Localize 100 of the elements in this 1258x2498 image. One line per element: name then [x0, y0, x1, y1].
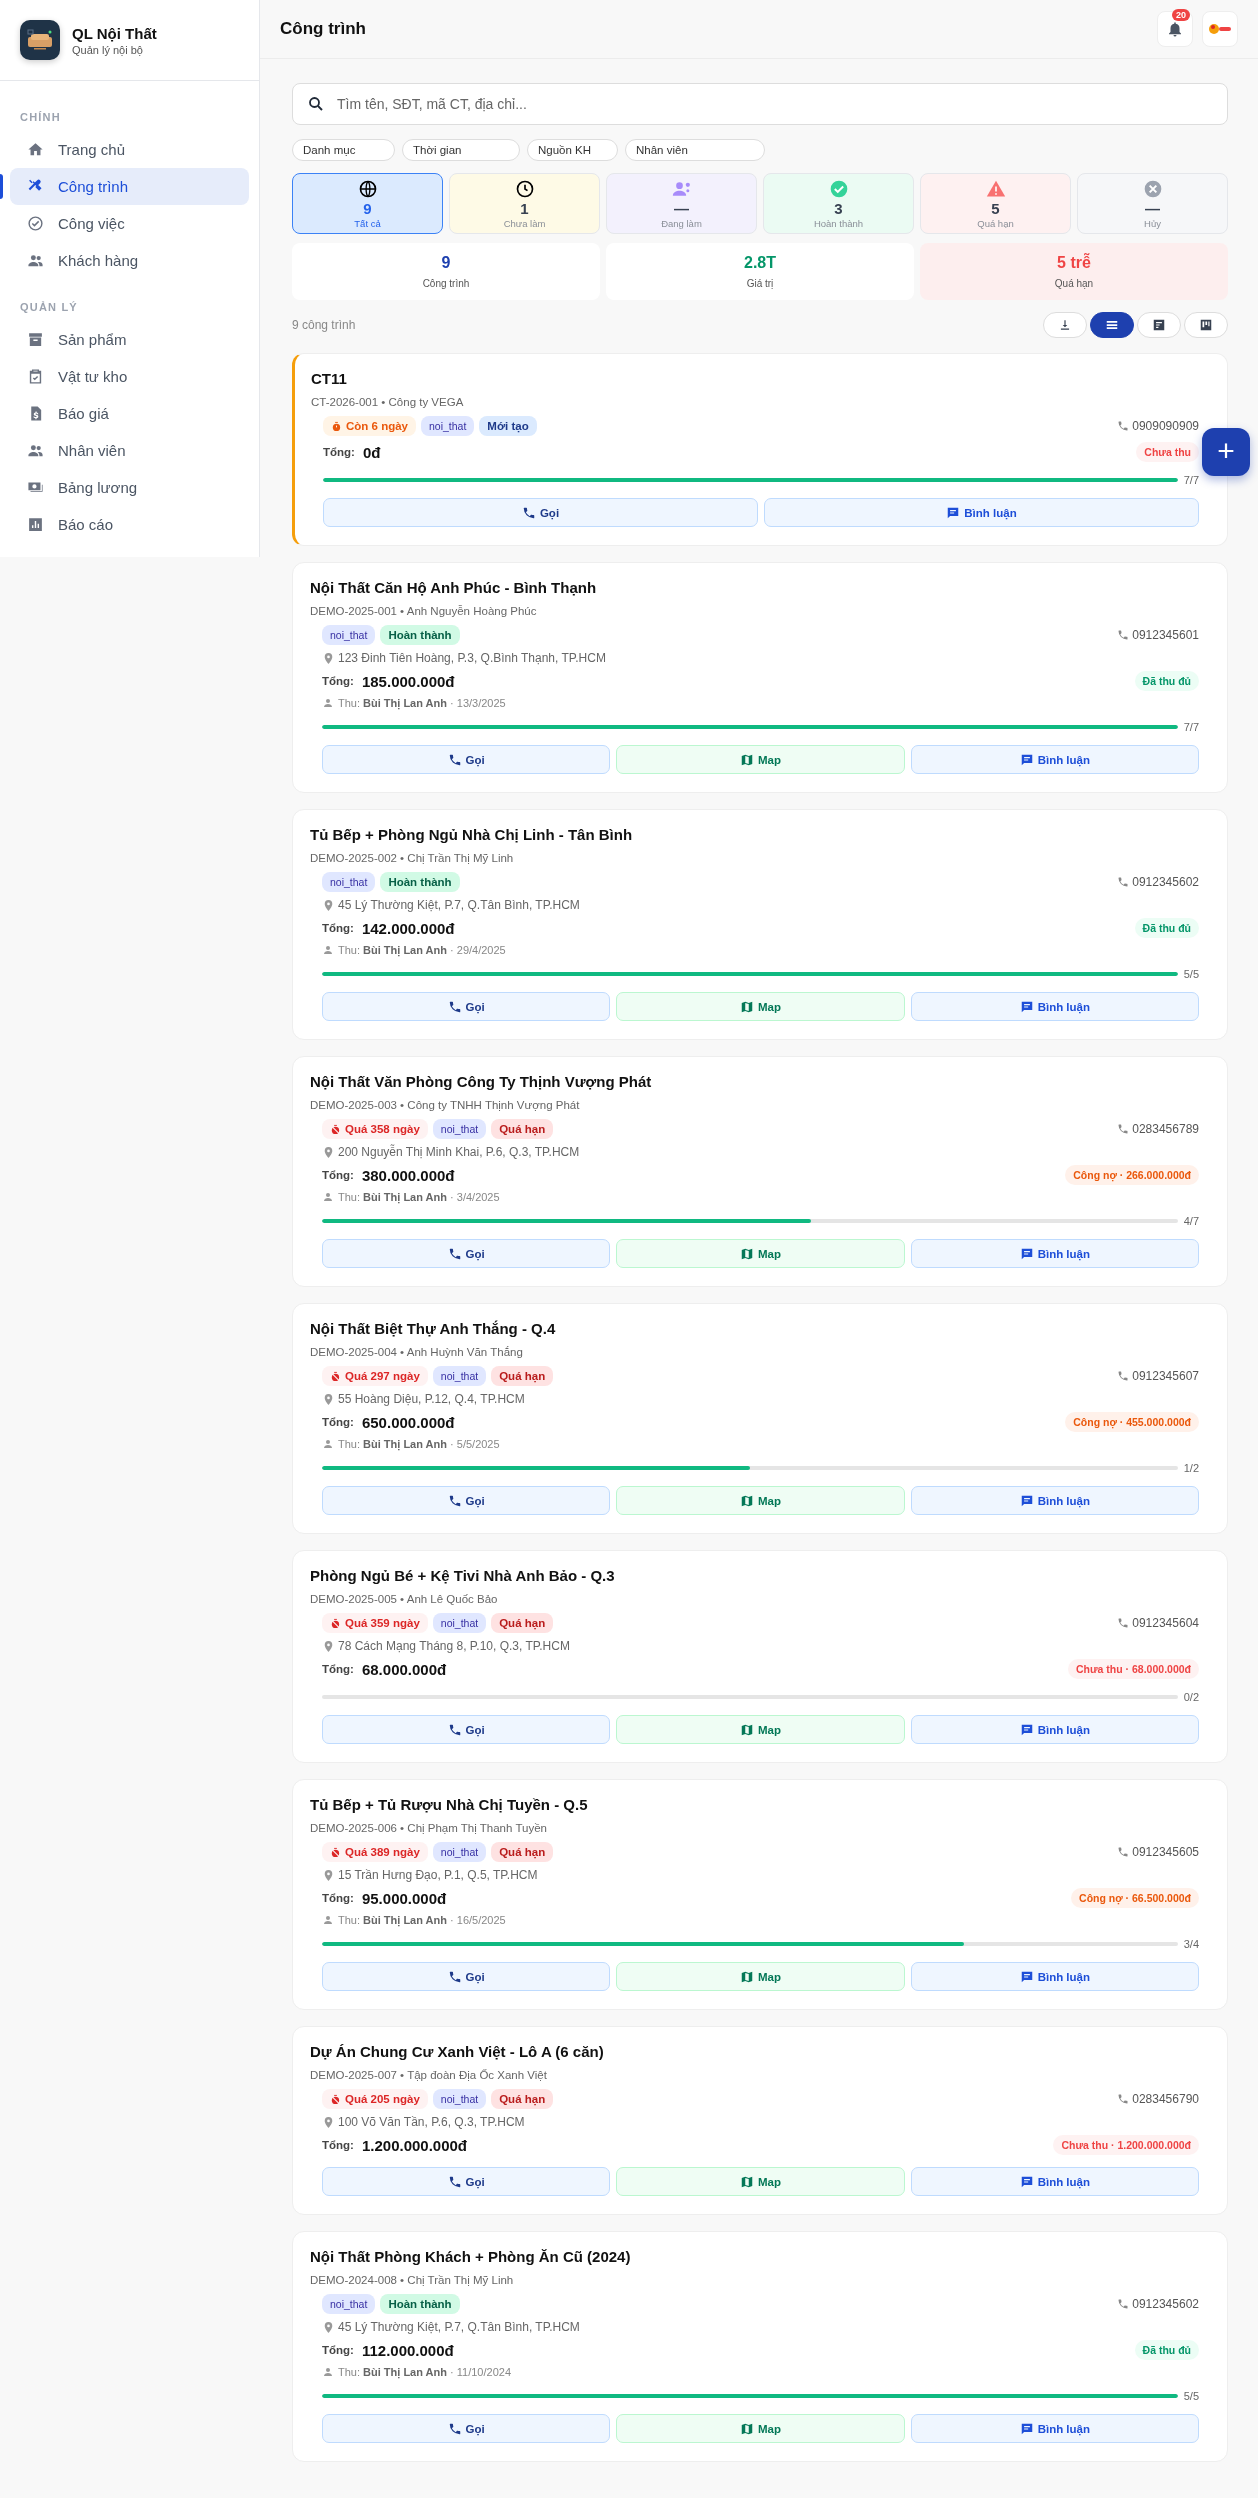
page-title: Công trình — [280, 19, 367, 39]
sidebar-item[interactable]: Công việc — [10, 205, 249, 242]
map-button[interactable]: Map — [616, 2414, 905, 2443]
total-amount: 95.000.000đ — [361, 1889, 447, 1907]
phone-number: 0283456790 — [1132, 2092, 1199, 2106]
map-button[interactable]: Map — [616, 1715, 905, 1744]
view-button[interactable] — [1090, 312, 1134, 338]
phone-icon — [1117, 1617, 1130, 1629]
comment-button[interactable]: Bình luận — [910, 1715, 1199, 1744]
map-icon — [740, 1969, 754, 1984]
tag: noi_that — [432, 1842, 487, 1862]
call-button[interactable]: Gọi — [322, 2414, 611, 2443]
people-icon — [27, 442, 44, 459]
comment-button[interactable]: Bình luận — [910, 745, 1199, 774]
address: 100 Võ Văn Tần, P.6, Q.3, TP.HCM — [338, 2115, 525, 2129]
people-icon — [27, 252, 44, 269]
phone-icon — [447, 2421, 462, 2436]
tag: noi_that — [322, 625, 376, 645]
stopwatch-off-icon — [330, 1370, 341, 1382]
progress-text: 5/5 — [1183, 2390, 1199, 2402]
phone-number: 0912345605 — [1132, 1845, 1199, 1859]
add-button[interactable]: + — [1202, 428, 1250, 476]
project-meta: DEMO-2025-005 • Anh Lê Quốc Bảo — [310, 1593, 499, 1605]
sidebar-item[interactable]: Vật tư kho — [10, 358, 249, 395]
map-button[interactable]: Map — [616, 745, 905, 774]
sidebar-item[interactable]: Nhân viên — [10, 432, 249, 469]
summary-value: 2.8T — [744, 254, 776, 272]
sidebar-item[interactable]: Trang chủ — [10, 131, 249, 168]
comment-button[interactable]: Bình luận — [764, 498, 1199, 527]
total-label: Tổng: — [322, 1169, 354, 1181]
bar-chart-icon — [27, 516, 44, 533]
total-label: Tổng: — [322, 922, 354, 934]
phone-icon — [1117, 1846, 1130, 1858]
location-pin-icon — [322, 2115, 335, 2129]
chat-icon — [1019, 1493, 1034, 1508]
call-button[interactable]: Gọi — [322, 1486, 611, 1515]
total-amount: 380.000.000đ — [361, 1166, 455, 1184]
call-button[interactable]: Gọi — [322, 1239, 611, 1268]
call-button[interactable]: Gọi — [322, 1962, 611, 1991]
sidebar-item[interactable]: Báo giá — [10, 395, 249, 432]
map-button[interactable]: Map — [616, 992, 905, 1021]
comment-button[interactable]: Bình luận — [910, 1486, 1199, 1515]
tag: noi_that — [421, 416, 475, 436]
tag: noi_that — [432, 1119, 487, 1139]
status-tab[interactable]: 3 Hoàn thành — [763, 173, 914, 234]
map-button[interactable]: Map — [616, 1239, 905, 1268]
filter-dropdown[interactable]: Nguồn KH — [527, 139, 618, 161]
call-button[interactable]: Gọi — [322, 745, 611, 774]
notification-button[interactable]: 20 — [1157, 11, 1193, 47]
list-icon — [1105, 318, 1119, 332]
project-meta: DEMO-2025-006 • Chị Phạm Thị Thanh Tuyền — [310, 1822, 548, 1834]
person-icon — [322, 1438, 334, 1450]
filter-dropdown[interactable]: Nhân viên — [625, 139, 765, 161]
call-button[interactable]: Gọi — [322, 1715, 611, 1744]
archive-box-icon — [27, 331, 44, 348]
call-button[interactable]: Gọi — [322, 992, 611, 1021]
address: 45 Lý Thường Kiệt, P.7, Q.Tân Bình, TP.HCM — [338, 2320, 580, 2334]
status-tab[interactable]: — Đang làm — [606, 173, 757, 234]
avatar-button[interactable] — [1202, 11, 1238, 47]
call-button[interactable]: Gọi — [322, 2167, 611, 2196]
status-tab[interactable]: 5 Quá hạn — [920, 173, 1071, 234]
map-button[interactable]: Map — [616, 2167, 905, 2196]
address: 200 Nguyễn Thị Minh Khai, P.6, Q.3, TP.HCM — [338, 1145, 580, 1159]
comment-button[interactable]: Bình luận — [910, 1239, 1199, 1268]
map-button[interactable]: Map — [616, 1486, 905, 1515]
tag: Quá 297 ngày — [322, 1366, 428, 1386]
result-count: 9 công trình — [292, 318, 357, 332]
map-button[interactable]: Map — [616, 1962, 905, 1991]
chat-icon — [1019, 2421, 1034, 2436]
sidebar-item[interactable]: Khách hàng — [10, 242, 249, 279]
chat-icon — [1019, 999, 1034, 1014]
sidebar-item[interactable]: Bảng lương — [10, 469, 249, 506]
status-tab[interactable]: 1 Chưa làm — [449, 173, 600, 234]
tag: Quá 389 ngày — [322, 1842, 428, 1862]
phone-icon — [521, 505, 536, 520]
map-icon — [740, 1722, 754, 1737]
sidebar-item[interactable]: Báo cáo — [10, 506, 249, 543]
app-logo — [20, 20, 60, 60]
comment-button[interactable]: Bình luận — [910, 1962, 1199, 1991]
tag: Còn 6 ngày — [323, 416, 416, 436]
tag: Quá 358 ngày — [322, 1119, 428, 1139]
comment-button[interactable]: Bình luận — [910, 2167, 1199, 2196]
sidebar-item[interactable]: Sản phẩm — [10, 321, 249, 358]
project-title: Nội Thất Phòng Khách + Phòng Ăn Cũ (2024) — [310, 2248, 632, 2265]
status-tab[interactable]: 9 Tất cả — [292, 173, 443, 234]
project-meta: DEMO-2025-003 • Công ty TNHH Thịnh Vượng Phát — [310, 1099, 581, 1111]
cancel-icon — [1142, 178, 1163, 199]
comment-button[interactable]: Bình luận — [910, 2414, 1199, 2443]
project-meta: DEMO-2024-008 • Chị Trần Thị Mỹ Linh — [310, 2274, 515, 2286]
filter-dropdown[interactable]: Danh mục — [292, 139, 395, 161]
collector-info: Thu: Bùi Thị Lan Anh · 16/5/2025 — [338, 1914, 506, 1926]
project-meta: DEMO-2025-002 • Chị Trần Thị Mỹ Linh — [310, 852, 515, 864]
location-pin-icon — [322, 1868, 335, 1882]
tag: noi_that — [432, 1613, 487, 1633]
total-label: Tổng: — [322, 2139, 354, 2151]
status-tab[interactable]: — Hủy — [1077, 173, 1228, 234]
call-button[interactable]: Gọi — [323, 498, 758, 527]
comment-button[interactable]: Bình luận — [910, 992, 1199, 1021]
project-title: Tủ Bếp + Tủ Rượu Nhà Chị Tuyền - Q.5 — [310, 1796, 589, 1813]
filter-dropdown[interactable]: Thời gian — [402, 139, 520, 161]
